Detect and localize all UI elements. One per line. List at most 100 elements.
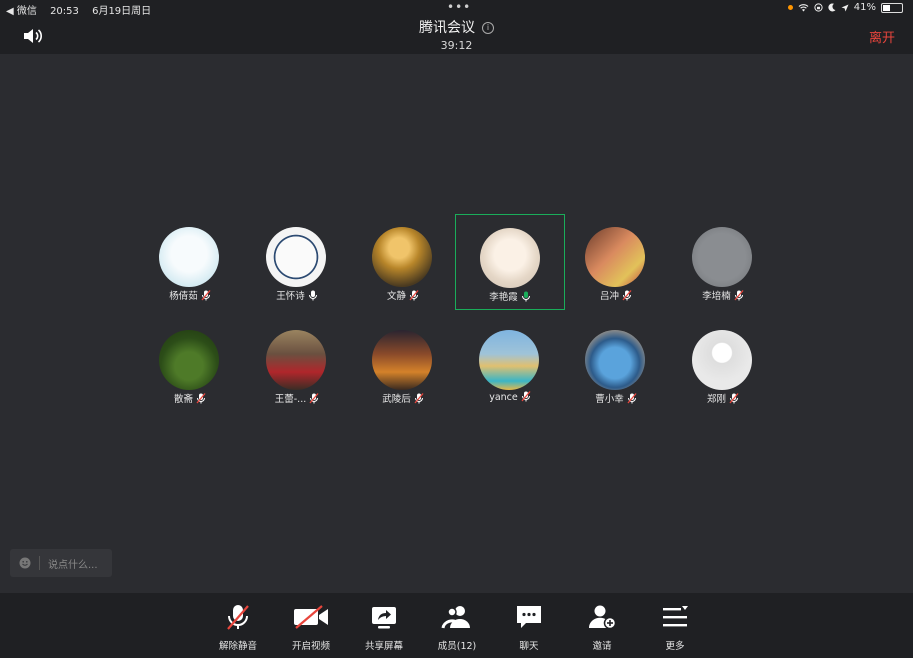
participant-name: 散斋 [173,394,193,405]
invite-button[interactable]: 邀请 [566,603,638,652]
chat-button[interactable]: 聊天 [493,603,565,652]
participant-name: 文静 [386,291,406,302]
rotation-lock-icon [814,3,823,12]
avatar [159,330,219,390]
meeting-header: 腾讯会议 i 39:12 离开 [0,16,913,54]
participant-label: 李培楠 [668,288,778,302]
mic-muted-icon [521,391,531,402]
start-video-label: 开启视频 [291,641,330,652]
leave-button[interactable]: 离开 [869,27,895,46]
members-label: 成员(12) [437,641,477,652]
participant-name: 李培楠 [702,291,731,302]
participant-name: yance [489,392,518,403]
participant-label: 王蕾-... [242,391,352,405]
avatar [585,227,645,287]
chat-input[interactable]: 说点什么... [10,549,112,577]
avatar [266,227,326,287]
participant-label: 王怀诗 [242,288,352,302]
avatar [585,330,645,390]
mic-muted-icon [201,290,211,301]
mic-muted-icon [734,290,744,301]
mic-muted-icon [627,393,637,404]
participant-label: 武陵后 [348,391,458,405]
mic-muted-icon [729,393,739,404]
mic-indicator-icon [787,5,793,10]
battery-icon [881,2,903,13]
participant-label: 曹小幸 [561,391,671,405]
more-button[interactable]: 更多 [639,603,711,652]
chat-placeholder: 说点什么... [48,559,98,571]
participant-tile[interactable]: 文静 [348,214,458,310]
mic-muted-icon [414,393,424,404]
mic-muted-icon [409,290,419,301]
mic-icon [308,290,317,301]
participant-tile[interactable]: 武陵后 [348,317,458,413]
battery-percent: 41% [853,2,876,13]
unmute-button[interactable]: 解除静音 [202,603,274,652]
mic-muted-icon [309,393,319,404]
avatar [159,227,219,287]
participant-name: 曹小幸 [595,394,624,405]
avatar [692,330,752,390]
participant-tile-active[interactable]: 李艳霞 [455,214,565,310]
video-off-icon [294,605,328,629]
participant-tile[interactable]: 散斋 [135,317,245,413]
participant-tile[interactable]: 李培楠 [668,214,778,310]
participant-label: 散斋 [135,391,245,405]
participant-tile[interactable]: yance [455,317,565,413]
more-label: 更多 [665,641,685,652]
multitask-dots-icon[interactable]: ••• [447,1,471,13]
participant-tile[interactable]: 王蕾-... [242,317,352,413]
participant-tile[interactable]: 郑刚 [668,317,778,413]
participant-tile[interactable]: 杨倩茹 [135,214,245,310]
participant-name: 郑刚 [706,394,726,405]
meeting-timer: 39:12 [440,39,473,52]
participant-name: 杨倩茹 [169,291,198,302]
participant-name: 王蕾-... [274,394,307,405]
participant-name: 吕冲 [599,291,619,302]
mic-muted-icon [622,290,632,301]
members-button[interactable]: 成员(12) [421,603,493,652]
moon-icon [828,3,836,12]
unmute-label: 解除静音 [218,641,257,652]
wifi-icon [798,4,809,12]
avatar [479,330,539,390]
share-screen-icon [372,607,396,629]
mic-muted-icon [196,393,206,404]
meeting-title: 腾讯会议 [419,20,475,36]
mic-icon [521,291,530,302]
avatar [480,228,540,288]
participant-name: 武陵后 [382,394,411,405]
mic-muted-icon [227,605,249,630]
avatar [372,227,432,287]
participant-name: 王怀诗 [276,291,305,302]
participant-tile[interactable]: 王怀诗 [242,214,352,310]
chat-divider [39,556,40,570]
avatar [372,330,432,390]
participant-label: 吕冲 [561,288,671,302]
status-bar: ◀ 微信 20:53 6月19日周日 ••• 41% [0,0,913,17]
avatar [266,330,326,390]
start-video-button[interactable]: 开启视频 [275,603,347,652]
chat-icon [517,606,541,628]
invite-icon [588,605,617,630]
more-icon [663,606,688,627]
avatar [692,227,752,287]
participant-label: 郑刚 [668,391,778,405]
emoji-icon[interactable] [19,557,31,569]
bottom-toolbar: 解除静音 开启视频 共享屏幕 成员(12) 聊天 邀请 更多 [0,593,913,658]
participant-label: 李艳霞 [456,289,564,303]
location-icon [841,4,849,11]
share-screen-button[interactable]: 共享屏幕 [348,603,420,652]
chat-label: 聊天 [519,641,539,652]
participant-label: 文静 [348,288,458,302]
info-icon[interactable]: i [482,22,494,34]
participant-tile[interactable]: 吕冲 [561,214,671,310]
participant-name: 李艳霞 [489,292,518,303]
share-screen-label: 共享屏幕 [364,641,403,652]
participant-tile[interactable]: 曹小幸 [561,317,671,413]
participant-label: 杨倩茹 [135,288,245,302]
members-icon [441,606,470,629]
invite-label: 邀请 [592,641,612,652]
participant-label: yance [455,391,565,403]
